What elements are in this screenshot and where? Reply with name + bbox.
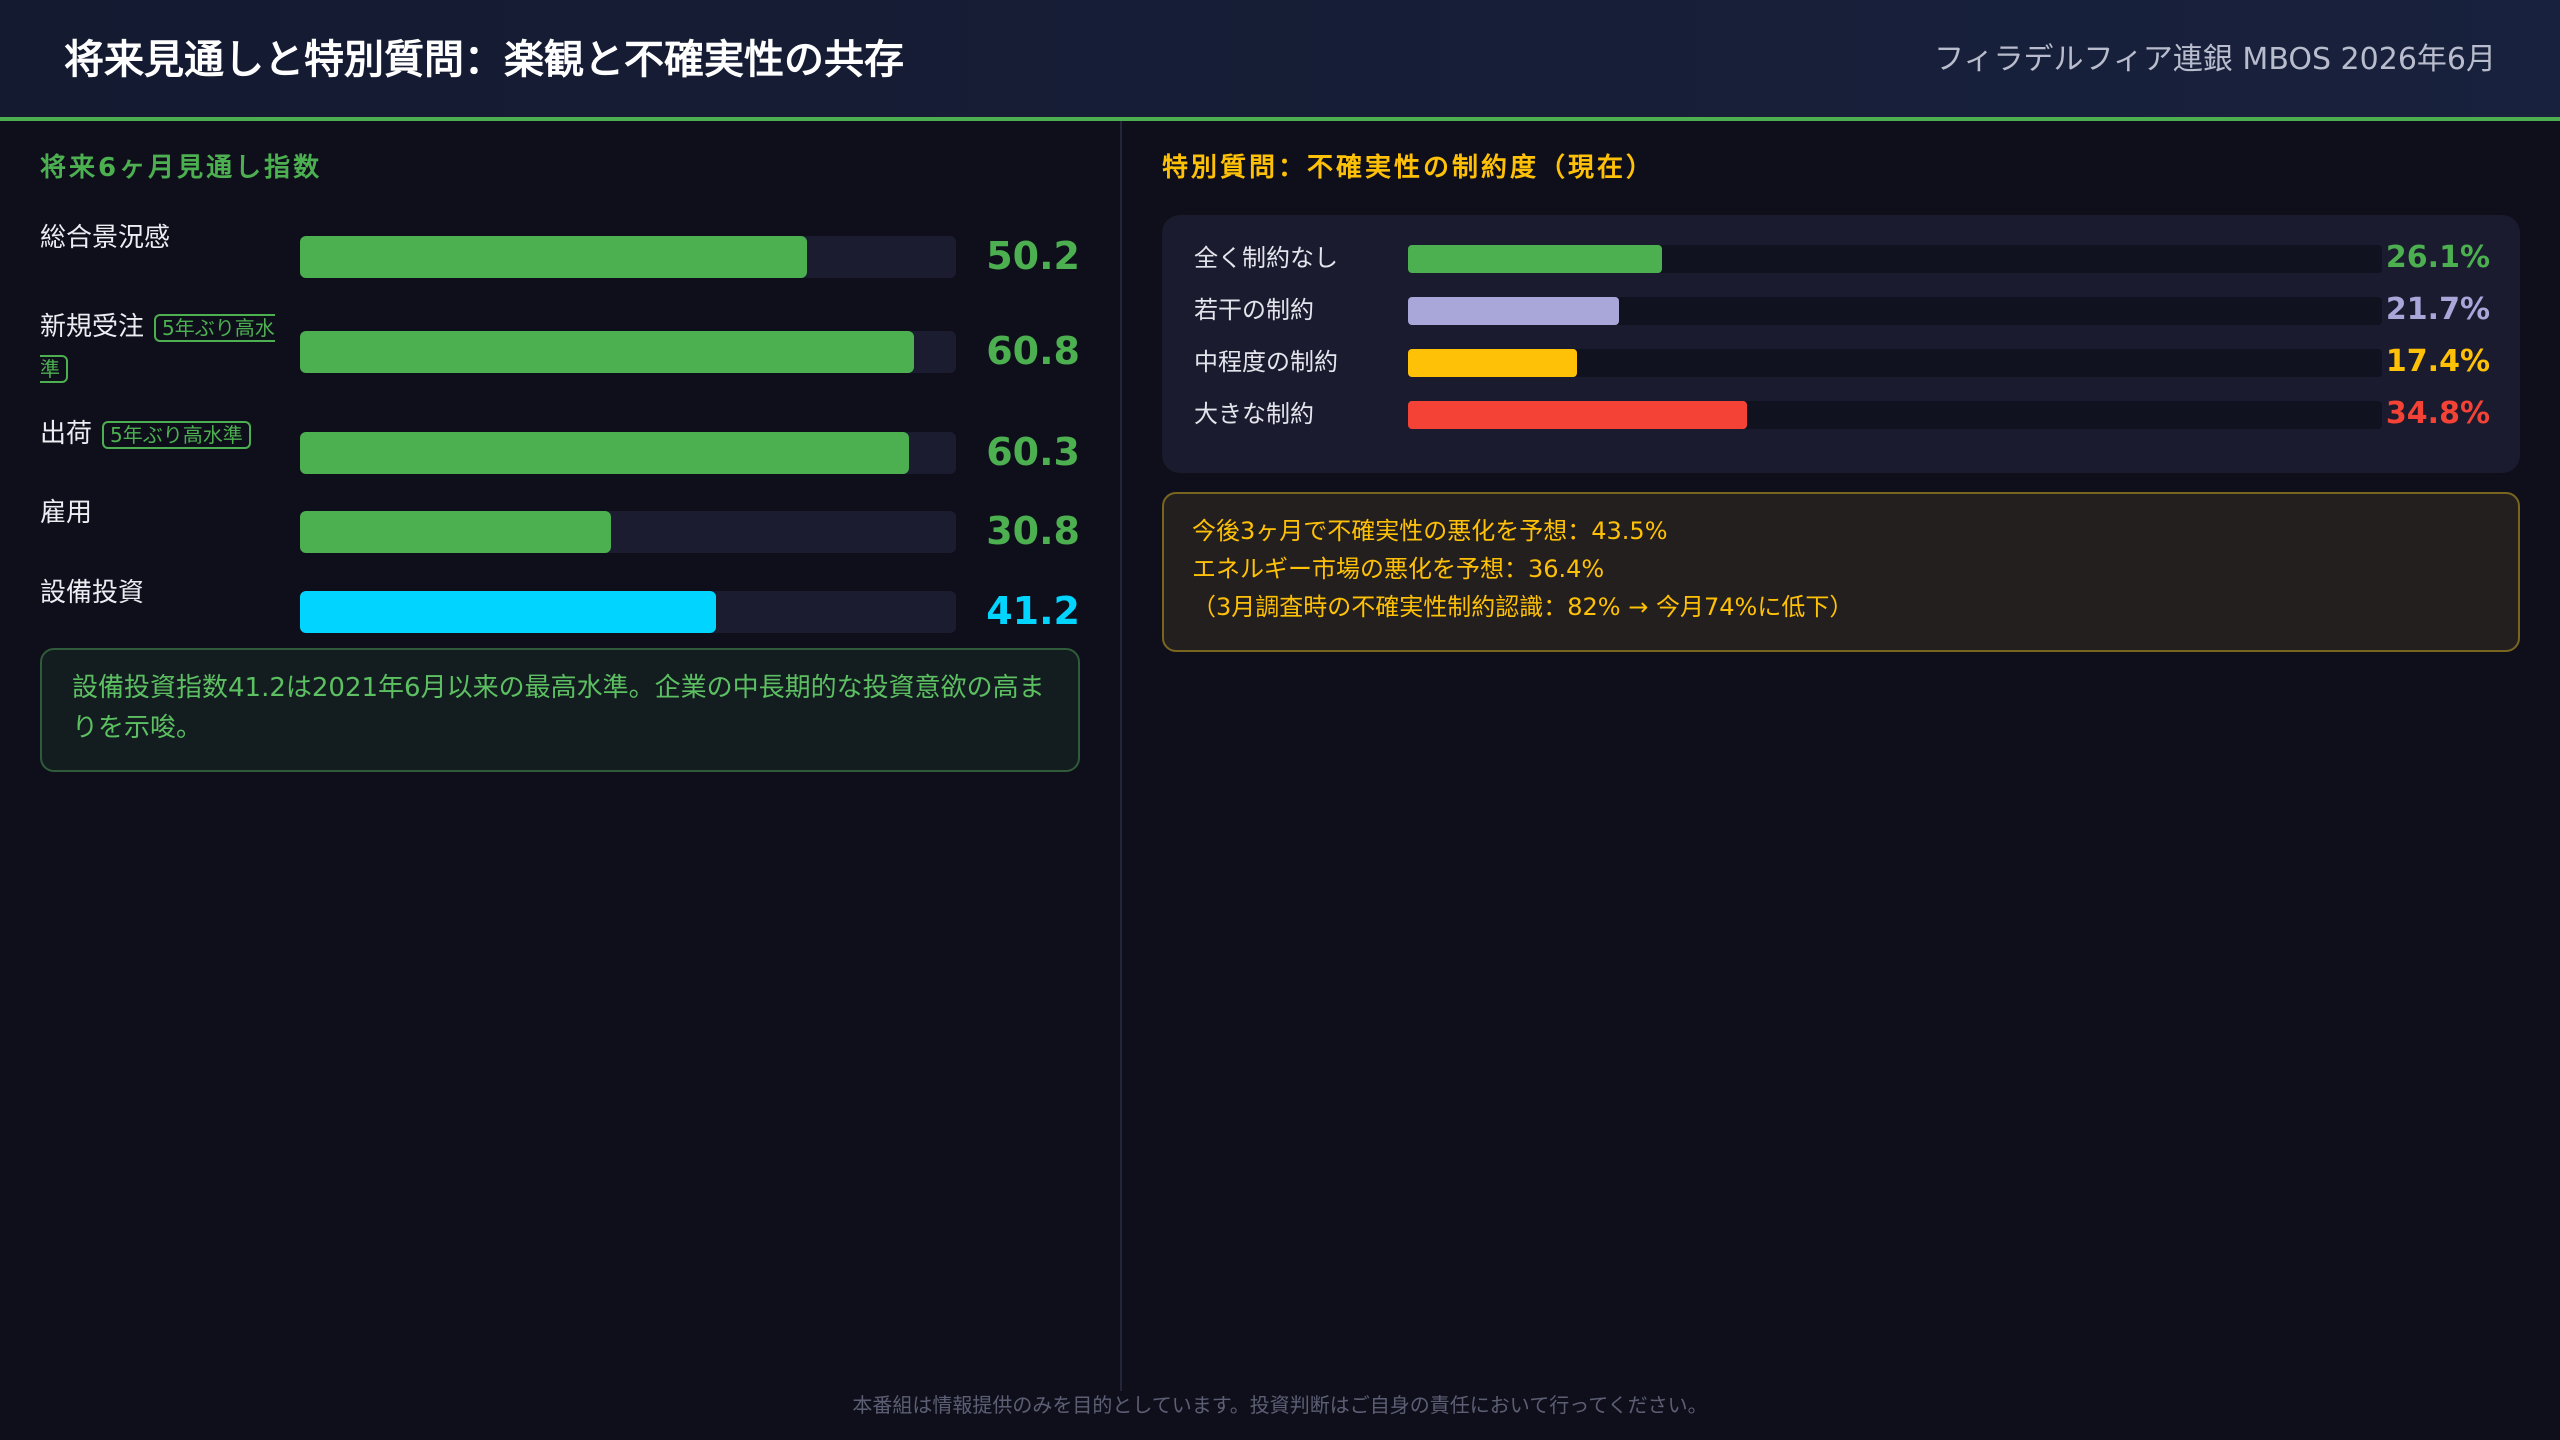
outlook-bar bbox=[300, 236, 807, 278]
constraint-bar bbox=[1408, 297, 1620, 325]
outlook-row-employment: 雇用 30.8 bbox=[40, 493, 1080, 573]
outlook-value: 50.2 bbox=[986, 234, 1080, 278]
constraint-row-none: 全く制約なし 26.1% bbox=[1194, 232, 2490, 284]
comparison-note-line: （3月調査時の不確実性制約認識：82% → 今月74%に低下） bbox=[1192, 593, 1854, 621]
outlook-bar-track bbox=[300, 511, 956, 553]
outlook-bar bbox=[300, 331, 914, 373]
outlook-value: 60.8 bbox=[986, 329, 1080, 373]
outlook-row-capex: 設備投資 41.2 bbox=[40, 573, 1080, 653]
outlook-value: 41.2 bbox=[986, 589, 1080, 633]
header-bar: 将来見通しと特別質問：楽観と不確実性の共存 フィラデルフィア連銀 MBOS 20… bbox=[0, 0, 2560, 121]
constraint-bar bbox=[1408, 245, 1663, 273]
constraint-card: 全く制約なし 26.1% 若干の制約 21.7% 中程度の制約 17.4% 大き… bbox=[1162, 215, 2520, 473]
constraint-value: 17.4% bbox=[2385, 344, 2490, 379]
energy-note-line: エネルギー市場の悪化を予想：36.4% bbox=[1192, 555, 1605, 583]
outlook-label: 新規受注 5年ぶり高水準 bbox=[40, 312, 275, 383]
outlook-label: 総合景況感 bbox=[40, 223, 171, 253]
constraint-bar-track bbox=[1408, 401, 2382, 429]
constraint-label: 若干の制約 bbox=[1194, 296, 1314, 324]
constraint-bar-track bbox=[1408, 349, 2382, 377]
high-level-badge: 5年ぶり高水準 bbox=[102, 421, 251, 449]
outlook-bar bbox=[300, 432, 909, 474]
constraint-label: 中程度の制約 bbox=[1194, 348, 1338, 376]
uncertainty-note-box: 今後3ヶ月で不確実性の悪化を予想：43.5% エネルギー市場の悪化を予想：36.… bbox=[1162, 492, 2520, 652]
special-section-title: 特別質問：不確実性の制約度（現在） bbox=[1162, 153, 1656, 183]
outlook-bar-track bbox=[300, 591, 956, 633]
outlook-row-new-orders: 新規受注 5年ぶり高水準 60.8 bbox=[40, 307, 1080, 387]
page-title: 将来見通しと特別質問：楽観と不確実性の共存 bbox=[64, 37, 904, 83]
outlook-section-title: 将来6ヶ月見通し指数 bbox=[40, 153, 323, 183]
outlook-row-shipments: 出荷 5年ぶり高水準 60.3 bbox=[40, 414, 1080, 494]
outlook-value: 60.3 bbox=[986, 430, 1080, 474]
capex-note: 設備投資指数41.2は2021年6月以来の最高水準。企業の中長期的な投資意欲の高… bbox=[40, 648, 1080, 772]
constraint-bar bbox=[1408, 349, 1578, 377]
constraint-row-major: 大きな制約 34.8% bbox=[1194, 388, 2490, 440]
outlook-label: 出荷 5年ぶり高水準 bbox=[40, 414, 290, 455]
outlook-bar-track bbox=[300, 432, 956, 474]
outlook-value: 30.8 bbox=[986, 509, 1080, 553]
source-label: フィラデルフィア連銀 MBOS 2026年6月 bbox=[1934, 42, 2496, 77]
outlook-row-general: 総合景況感 50.2 bbox=[40, 218, 1080, 298]
outlook-bar bbox=[300, 511, 611, 553]
outlook-bar bbox=[300, 591, 716, 633]
uncertainty-note-line: 今後3ヶ月で不確実性の悪化を予想：43.5% bbox=[1192, 517, 1668, 545]
constraint-value: 34.8% bbox=[2385, 396, 2490, 431]
panel-divider bbox=[1120, 121, 1122, 1391]
constraint-label: 大きな制約 bbox=[1194, 400, 1314, 428]
constraint-label: 全く制約なし bbox=[1194, 244, 1338, 272]
constraint-row-slight: 若干の制約 21.7% bbox=[1194, 284, 2490, 336]
disclaimer-footer: 本番組は情報提供のみを目的としています。投資判断はご自身の責任において行ってくだ… bbox=[852, 1393, 1708, 1417]
outlook-label: 設備投資 bbox=[40, 578, 145, 608]
constraint-value: 21.7% bbox=[2385, 292, 2490, 327]
constraint-value: 26.1% bbox=[2385, 240, 2490, 275]
constraint-bar-track bbox=[1408, 297, 2382, 325]
outlook-label: 雇用 bbox=[40, 498, 93, 528]
constraint-bar-track bbox=[1408, 245, 2382, 273]
constraint-row-moderate: 中程度の制約 17.4% bbox=[1194, 336, 2490, 388]
outlook-bar-track bbox=[300, 331, 956, 373]
constraint-bar bbox=[1408, 401, 1747, 429]
outlook-bar-track bbox=[300, 236, 956, 278]
